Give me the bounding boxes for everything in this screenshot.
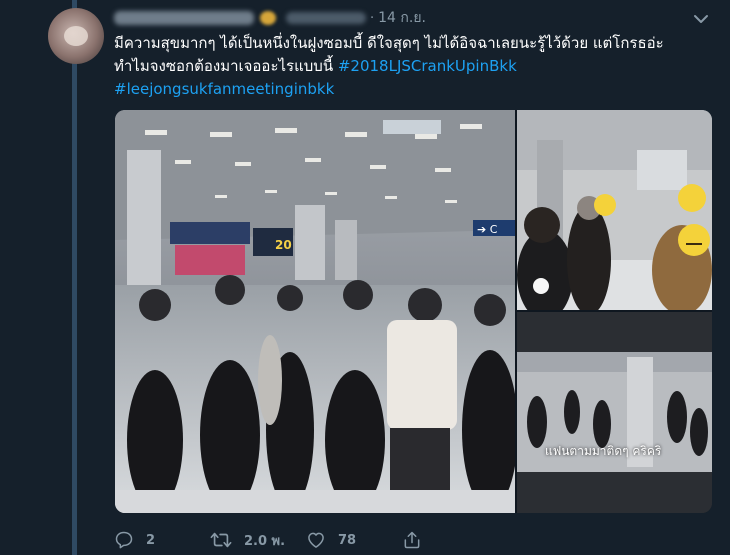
like-count: 78 xyxy=(338,532,357,548)
date-separator: · xyxy=(370,10,375,26)
airport-sign-number: 20 xyxy=(275,238,292,252)
like-button[interactable]: 78 xyxy=(306,530,402,550)
photo-crowd-following[interactable] xyxy=(517,312,712,513)
photo-caption-overlay: แฟนตามมาติดๆ คริคริ xyxy=(545,444,662,458)
airport-arrow-sign: ➔ C xyxy=(477,223,498,236)
heart-icon xyxy=(308,532,324,548)
photo-airport-crowd[interactable]: 20 ➔ C xyxy=(115,110,515,513)
tweet-media[interactable]: 20 ➔ C แฟนตามมาติดๆ คริคริ xyxy=(115,110,712,513)
retweet-button[interactable]: 2.0 พ. xyxy=(210,530,306,551)
handle-blurred[interactable] xyxy=(286,12,366,24)
display-name-blurred[interactable] xyxy=(114,11,254,25)
tweet-date[interactable]: 14 ก.ย. xyxy=(378,7,426,29)
reply-count: 2 xyxy=(146,532,156,548)
thread-connector-line xyxy=(72,0,77,555)
reply-icon xyxy=(115,531,133,549)
retweet-count: 2.0 พ. xyxy=(244,533,286,549)
chevron-down-icon[interactable] xyxy=(692,12,710,26)
tweet-header: · 14 ก.ย. xyxy=(114,8,426,28)
photo-fans-officer[interactable] xyxy=(517,110,712,310)
name-emoji-blurred xyxy=(260,11,276,25)
hashtag-link-1[interactable]: #2018LJSCrankUpinBkk xyxy=(338,57,517,75)
avatar[interactable] xyxy=(48,8,104,64)
tweet-text: มีความสุขมากๆ ได้เป็นหนึ่งในฝูงซอมบี้ ดี… xyxy=(114,32,694,101)
retweet-icon xyxy=(210,532,232,548)
reply-button[interactable]: 2 xyxy=(114,530,210,550)
share-button[interactable] xyxy=(402,530,422,550)
share-icon xyxy=(404,531,420,549)
hashtag-link-2[interactable]: #leejongsukfanmeetinginbkk xyxy=(114,80,334,98)
tweet-actions: 2 2.0 พ. 78 xyxy=(114,528,422,552)
